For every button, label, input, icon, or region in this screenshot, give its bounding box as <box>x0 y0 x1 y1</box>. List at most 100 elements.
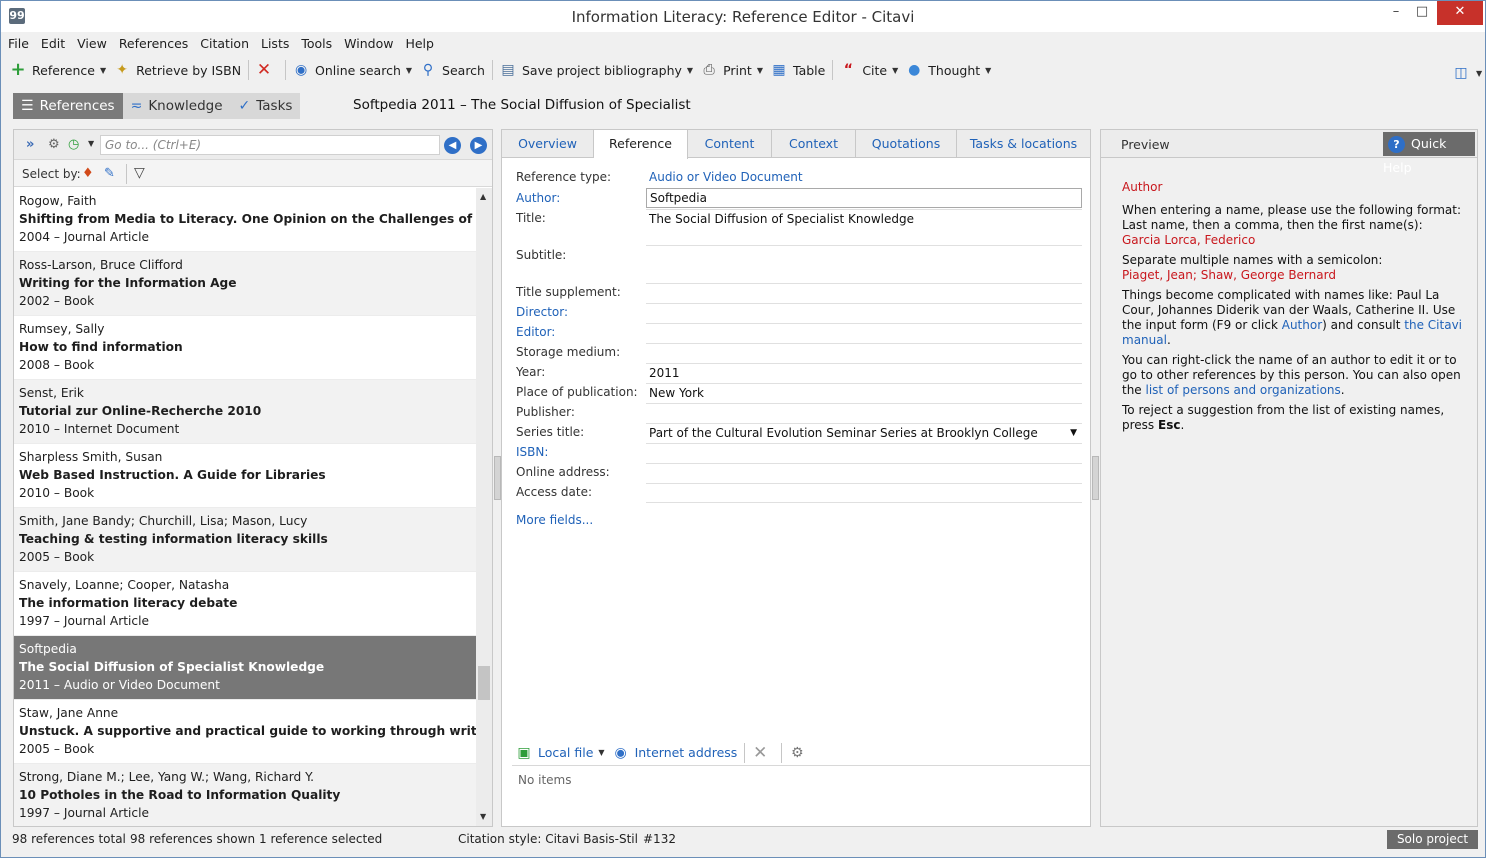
expand-chevron-icon[interactable]: » <box>26 137 34 152</box>
place-field[interactable]: New York <box>646 383 1082 403</box>
filter-icon[interactable]: ▽ <box>134 165 145 181</box>
dropdown-arrow-icon[interactable]: ▼ <box>687 66 693 75</box>
select-by-category-icon[interactable]: ♦ <box>82 166 94 181</box>
table-button[interactable]: ▦ Table <box>767 59 829 81</box>
dropdown-arrow-icon[interactable]: ▼ <box>598 748 604 757</box>
history-icon[interactable]: ◷ <box>68 137 79 152</box>
thought-button[interactable]: ● Thought ▼ <box>902 59 995 81</box>
director-field[interactable] <box>646 303 1082 323</box>
tab-preview[interactable]: Preview <box>1121 137 1170 152</box>
tab-context[interactable]: Context <box>772 130 856 158</box>
select-by-group-icon[interactable]: ✎ <box>104 166 115 181</box>
internet-address-button[interactable]: ◉ Internet address <box>609 742 742 764</box>
print-label: Print <box>723 62 752 78</box>
tab-quotations[interactable]: Quotations <box>856 130 957 158</box>
tab-tasks-locations[interactable]: Tasks & locations <box>957 130 1090 158</box>
list-item[interactable]: Smith, Jane Bandy; Churchill, Lisa; Maso… <box>14 508 476 572</box>
local-file-button[interactable]: ▣ Local file ▼ <box>512 742 609 764</box>
goto-input[interactable]: Go to... (Ctrl+E) <box>100 135 440 155</box>
menu-references[interactable]: References <box>113 34 194 54</box>
tab-references[interactable]: ☰ References <box>13 93 123 119</box>
search-button[interactable]: ⚲ Search <box>416 59 489 81</box>
print-button[interactable]: ⎙ Print ▼ <box>697 59 767 81</box>
list-item[interactable]: Staw, Jane Anne Unstuck. A supportive an… <box>14 700 476 764</box>
isbn-label[interactable]: ISBN: <box>516 445 548 459</box>
left-splitter-handle[interactable] <box>494 456 501 500</box>
tab-content[interactable]: Content <box>688 130 772 158</box>
list-item[interactable]: Sharpless Smith, Susan Web Based Instruc… <box>14 444 476 508</box>
scroll-up-icon[interactable]: ▲ <box>480 192 486 201</box>
list-scrollbar[interactable]: ▲ ▼ <box>476 188 492 826</box>
menu-edit[interactable]: Edit <box>35 34 71 54</box>
more-fields-link[interactable]: More fields... <box>516 513 593 527</box>
right-splitter-handle[interactable] <box>1092 456 1099 500</box>
persons-list-link[interactable]: list of persons and organizations <box>1146 383 1341 397</box>
year-field[interactable]: 2011 <box>646 363 1082 383</box>
list-item-selected[interactable]: Softpedia The Social Diffusion of Specia… <box>14 636 476 700</box>
menu-citation[interactable]: Citation <box>194 34 255 54</box>
editor-label[interactable]: Editor: <box>516 325 555 339</box>
remove-attachment-button[interactable]: ✕ <box>748 742 778 764</box>
list-item-author: Smith, Jane Bandy; Churchill, Lisa; Maso… <box>19 514 308 528</box>
scroll-down-icon[interactable]: ▼ <box>480 812 486 821</box>
close-icon[interactable]: ✕ <box>1437 1 1483 25</box>
menu-view[interactable]: View <box>71 34 113 54</box>
dropdown-arrow-icon[interactable]: ▼ <box>88 139 94 148</box>
scroll-thumb[interactable] <box>478 666 490 700</box>
dropdown-arrow-icon[interactable]: ▼ <box>1070 428 1077 438</box>
author-field[interactable]: Softpedia <box>646 188 1082 208</box>
list-item[interactable]: Senst, Erik Tutorial zur Online-Recherch… <box>14 380 476 444</box>
isbn-field[interactable] <box>646 443 1082 463</box>
dropdown-arrow-icon[interactable]: ▼ <box>1476 69 1482 78</box>
publisher-field[interactable] <box>646 403 1082 423</box>
forward-arrow-icon[interactable]: ▶ <box>470 137 487 154</box>
tab-tasks[interactable]: ✓ Tasks <box>231 93 301 119</box>
dropdown-arrow-icon[interactable]: ▼ <box>406 66 412 75</box>
author-help-link[interactable]: Author <box>1282 318 1322 332</box>
menu-tools[interactable]: Tools <box>295 34 338 54</box>
director-label[interactable]: Director: <box>516 305 568 319</box>
dropdown-arrow-icon[interactable]: ▼ <box>892 66 898 75</box>
list-item[interactable]: Rumsey, Sally How to find information 20… <box>14 316 476 380</box>
cite-button[interactable]: “ Cite ▼ <box>836 59 902 81</box>
list-item[interactable]: Snavely, Loanne; Cooper, Natasha The inf… <box>14 572 476 636</box>
dropdown-arrow-icon[interactable]: ▼ <box>985 66 991 75</box>
access-date-field[interactable] <box>646 483 1082 503</box>
menu-file[interactable]: File <box>2 34 35 54</box>
dropdown-arrow-icon[interactable]: ▼ <box>100 66 106 75</box>
menu-window[interactable]: Window <box>338 34 399 54</box>
storage-medium-field[interactable] <box>646 343 1082 363</box>
editor-field[interactable] <box>646 323 1082 343</box>
series-title-field[interactable]: Part of the Cultural Evolution Seminar S… <box>646 423 1082 443</box>
tab-overview[interactable]: Overview <box>502 130 594 158</box>
subtitle-field[interactable] <box>646 245 1082 283</box>
attachment-settings-button[interactable]: ⚙ <box>785 742 815 764</box>
menu-lists[interactable]: Lists <box>255 34 295 54</box>
online-address-field[interactable] <box>646 463 1082 483</box>
tab-reference[interactable]: Reference <box>594 130 688 159</box>
tab-knowledge[interactable]: ≂ Knowledge <box>123 93 231 119</box>
back-arrow-icon[interactable]: ◀ <box>444 137 461 154</box>
author-label[interactable]: Author: <box>516 191 560 205</box>
reference-type-link[interactable]: Audio or Video Document <box>649 170 803 184</box>
quick-help-button[interactable]: ? Quick Help <box>1383 132 1475 175</box>
list-item[interactable]: Rogow, Faith Shifting from Media to Lite… <box>14 188 476 252</box>
minimize-icon[interactable]: – <box>1383 1 1409 25</box>
dropdown-arrow-icon[interactable]: ▼ <box>757 66 763 75</box>
delete-button[interactable]: ✕ <box>252 59 282 81</box>
save-bibliography-button[interactable]: ▤ Save project bibliography ▼ <box>496 59 697 81</box>
layout-toggle-button[interactable]: ◫ ▼ <box>1449 62 1486 84</box>
title-supplement-field[interactable] <box>646 283 1082 303</box>
retrieve-isbn-button[interactable]: ✦ Retrieve by ISBN <box>110 59 245 81</box>
maximize-icon[interactable]: □ <box>1409 1 1435 25</box>
list-item-author: Ross-Larson, Bruce Clifford <box>19 258 183 272</box>
title-field[interactable]: The Social Diffusion of Specialist Knowl… <box>646 209 1082 245</box>
online-search-button[interactable]: ◉ Online search ▼ <box>289 59 416 81</box>
gear-icon[interactable]: ⚙ <box>48 137 60 152</box>
new-reference-button[interactable]: + Reference ▼ <box>6 59 110 81</box>
list-item-meta: 1997 – Journal Article <box>19 806 149 820</box>
list-item[interactable]: Strong, Diane M.; Lee, Yang W.; Wang, Ri… <box>14 764 476 826</box>
status-citation-style[interactable]: Citation style: Citavi Basis-Stil <box>458 832 638 846</box>
list-item[interactable]: Ross-Larson, Bruce Clifford Writing for … <box>14 252 476 316</box>
menu-help[interactable]: Help <box>399 34 440 54</box>
